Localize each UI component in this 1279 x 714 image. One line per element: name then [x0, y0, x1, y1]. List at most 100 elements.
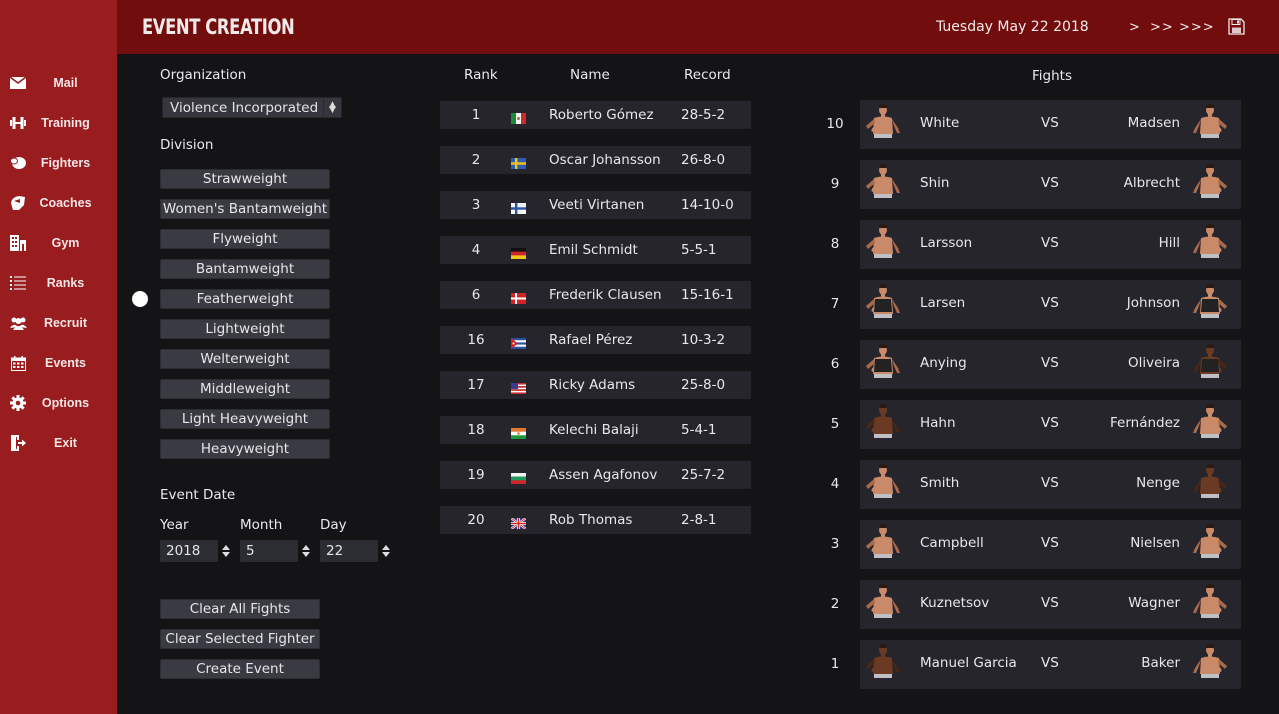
right-fighter-avatar[interactable]	[1189, 222, 1231, 266]
create-event-button[interactable]: Create Event	[160, 659, 320, 679]
division-button-bantamweight[interactable]: Bantamweight	[160, 259, 330, 279]
right-fighter-name[interactable]: Johnson	[1127, 295, 1180, 311]
sidebar-item-training[interactable]: Training	[0, 111, 117, 135]
month-input[interactable]: 5	[240, 540, 298, 562]
left-fighter-name[interactable]: Smith	[920, 475, 959, 491]
right-fighter-avatar[interactable]	[1189, 522, 1231, 566]
year-input[interactable]: 2018	[160, 540, 218, 562]
right-fighter-avatar[interactable]	[1189, 282, 1231, 326]
division-button-middleweight[interactable]: Middleweight	[160, 379, 330, 399]
ranked-fighter-row[interactable]: 16 Rafael Pérez 10-3-2	[440, 326, 751, 354]
ranked-fighter-row[interactable]: 4 Emil Schmidt 5-5-1	[440, 236, 751, 264]
right-fighter-avatar[interactable]	[1189, 642, 1231, 686]
vs-label: VS	[1041, 595, 1059, 611]
ranked-fighter-row[interactable]: 6 Frederik Clausen 15-16-1	[440, 281, 751, 309]
clear-all-fights-button[interactable]: Clear All Fights	[160, 599, 320, 619]
right-fighter-name[interactable]: Madsen	[1128, 115, 1180, 131]
right-fighter-avatar[interactable]	[1189, 342, 1231, 386]
year-stepper[interactable]	[221, 542, 231, 560]
right-fighter-avatar[interactable]	[1189, 102, 1231, 146]
ranked-fighter-row[interactable]: 19 Assen Agafonov 25-7-2	[440, 461, 751, 489]
left-fighter-avatar[interactable]	[862, 342, 904, 386]
right-fighter-name[interactable]: Albrecht	[1124, 175, 1180, 191]
sidebar-item-coaches[interactable]: Coaches	[0, 191, 117, 215]
left-fighter-name[interactable]: Campbell	[920, 535, 984, 551]
ranked-fighter-row[interactable]: 18 Kelechi Balaji 5-4-1	[440, 416, 751, 444]
left-fighter-avatar[interactable]	[862, 102, 904, 146]
sidebar-item-events[interactable]: Events	[0, 351, 117, 375]
sidebar-item-mail[interactable]: Mail	[0, 71, 117, 95]
fight-number: 5	[830, 416, 840, 432]
right-fighter-name[interactable]: Wagner	[1128, 595, 1180, 611]
vs-label: VS	[1041, 535, 1059, 551]
fight-number: 1	[830, 656, 840, 672]
rank-number: 1	[471, 107, 481, 123]
division-button-heavyweight[interactable]: Heavyweight	[160, 439, 330, 459]
month-stepper[interactable]	[301, 542, 311, 560]
right-fighter-avatar[interactable]	[1189, 582, 1231, 626]
sidebar-item-ranks[interactable]: Ranks	[0, 271, 117, 295]
ranked-fighter-row[interactable]: 17 Ricky Adams 25-8-0	[440, 371, 751, 399]
division-button-light-heavyweight[interactable]: Light Heavyweight	[160, 409, 330, 429]
division-button-welterweight[interactable]: Welterweight	[160, 349, 330, 369]
division-button-womens-bantamweight[interactable]: Women's Bantamweight	[160, 199, 330, 219]
day-stepper[interactable]	[381, 542, 391, 560]
right-fighter-name[interactable]: Hill	[1159, 235, 1180, 251]
right-fighter-name[interactable]: Nenge	[1136, 475, 1180, 491]
left-fighter-name[interactable]: Manuel Garcia	[920, 655, 1017, 671]
advance-month-button[interactable]: >>>	[1179, 20, 1215, 35]
left-fighter-name[interactable]: Shin	[920, 175, 949, 191]
left-fighter-name[interactable]: Hahn	[920, 415, 956, 431]
right-fighter-avatar[interactable]	[1189, 162, 1231, 206]
right-fighter-name[interactable]: Fernández	[1110, 415, 1180, 431]
floppy-disk-icon[interactable]	[1228, 18, 1245, 35]
right-fighter-name[interactable]: Baker	[1141, 655, 1180, 671]
fighter-record: 28-5-2	[681, 107, 726, 123]
ranked-fighter-row[interactable]: 1 Roberto Gómez 28-5-2	[440, 101, 751, 129]
rank-number: 19	[467, 467, 485, 483]
right-fighter-name[interactable]: Nielsen	[1130, 535, 1180, 551]
division-button-featherweight[interactable]: Featherweight	[160, 289, 330, 309]
left-fighter-avatar[interactable]	[862, 402, 904, 446]
sidebar-item-options[interactable]: Options	[0, 391, 117, 415]
fighter-record: 15-16-1	[681, 287, 734, 303]
day-input[interactable]: 22	[320, 540, 378, 562]
left-fighter-avatar[interactable]	[862, 282, 904, 326]
organization-select[interactable]: Violence Incorporated ▲ ▼	[162, 97, 342, 118]
division-button-strawweight[interactable]: Strawweight	[160, 169, 330, 189]
right-fighter-avatar[interactable]	[1189, 462, 1231, 506]
left-fighter-name[interactable]: Larsen	[920, 295, 965, 311]
fights-title: Fights	[1032, 68, 1072, 84]
sidebar-item-fighters[interactable]: Fighters	[0, 151, 117, 175]
right-fighter-name[interactable]: Oliveira	[1128, 355, 1180, 371]
left-fighter-avatar[interactable]	[862, 222, 904, 266]
fighter-record: 14-10-0	[681, 197, 734, 213]
left-fighter-avatar[interactable]	[862, 162, 904, 206]
left-fighter-name[interactable]: Larsson	[920, 235, 972, 251]
current-date: Tuesday May 22 2018	[936, 19, 1089, 35]
division-button-lightweight[interactable]: Lightweight	[160, 319, 330, 339]
left-fighter-avatar[interactable]	[862, 522, 904, 566]
left-fighter-avatar[interactable]	[862, 582, 904, 626]
clear-selected-fighter-button[interactable]: Clear Selected Fighter	[160, 629, 320, 649]
ranked-fighter-row[interactable]: 2 Oscar Johansson 26-8-0	[440, 146, 751, 174]
left-fighter-name[interactable]: Anying	[920, 355, 967, 371]
sidebar-item-gym[interactable]: Gym	[0, 231, 117, 255]
advance-week-button[interactable]: >>	[1150, 20, 1174, 35]
division-button-flyweight[interactable]: Flyweight	[160, 229, 330, 249]
right-fighter-avatar[interactable]	[1189, 402, 1231, 446]
left-fighter-avatar[interactable]	[862, 642, 904, 686]
flag-united-states-icon	[511, 379, 526, 395]
left-fighter-avatar[interactable]	[862, 462, 904, 506]
left-fighter-name[interactable]: Kuznetsov	[920, 595, 989, 611]
sidebar-item-exit[interactable]: Exit	[0, 431, 117, 455]
rank-number: 20	[467, 512, 485, 528]
sidebar-item-recruit[interactable]: Recruit	[0, 311, 117, 335]
ranked-fighter-row[interactable]: 20 Rob Thomas 2-8-1	[440, 506, 751, 534]
flag-germany-icon	[511, 244, 526, 260]
left-fighter-name[interactable]: White	[920, 115, 959, 131]
advance-day-button[interactable]: >	[1129, 20, 1141, 35]
organization-value: Violence Incorporated	[170, 99, 319, 116]
ranked-fighter-row[interactable]: 3 Veeti Virtanen 14-10-0	[440, 191, 751, 219]
name-column-header: Name	[570, 67, 610, 83]
